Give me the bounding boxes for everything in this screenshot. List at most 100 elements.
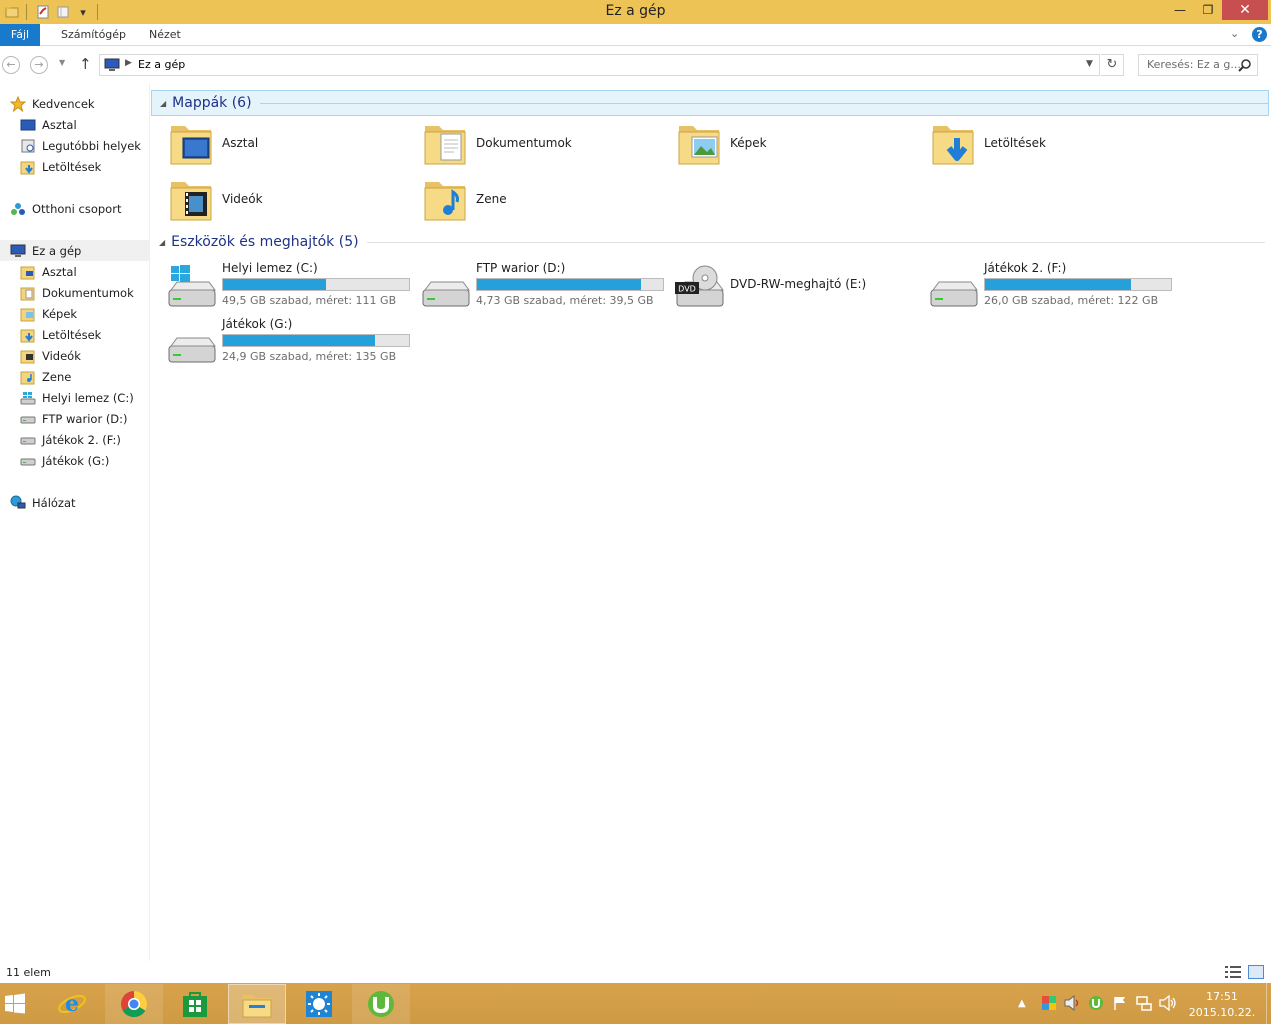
drive-name: Játékok 2. (F:) xyxy=(984,261,1067,275)
breadcrumb-chevron-icon[interactable]: ▶ xyxy=(125,58,132,68)
desktop-folder-icon xyxy=(170,126,212,165)
drive-tile-c[interactable]: Helyi lemez (C:) 49,5 GB szabad, méret: … xyxy=(151,261,410,315)
collapse-triangle-icon[interactable]: ◢ xyxy=(160,99,166,108)
nav-pc-videos[interactable]: Videók xyxy=(20,345,81,366)
maximize-button[interactable]: ❐ xyxy=(1194,0,1222,20)
drive-usage-fill xyxy=(985,279,1132,290)
tray-action-center[interactable] xyxy=(1112,993,1128,1013)
flag-icon xyxy=(1114,997,1125,1010)
back-button[interactable]: ← xyxy=(2,56,20,74)
collapse-triangle-icon[interactable]: ◢ xyxy=(159,238,165,247)
tab-file[interactable]: Fájl xyxy=(0,24,40,46)
nav-label: Asztal xyxy=(42,264,77,279)
hard-drive-icon xyxy=(20,411,36,427)
nav-pc-desktop[interactable]: Asztal xyxy=(20,261,77,282)
nav-pc-drive-d[interactable]: FTP warior (D:) xyxy=(20,408,128,429)
address-bar[interactable]: ▶ Ez a gép ▼ xyxy=(99,54,1100,76)
up-arrow-icon[interactable]: ↑ xyxy=(79,55,92,73)
nav-pc-pictures[interactable]: Képek xyxy=(20,303,77,324)
nav-pc-documents[interactable]: Dokumentumok xyxy=(20,282,134,303)
address-history-chevron-icon[interactable]: ▼ xyxy=(1086,59,1093,69)
forward-button[interactable]: → xyxy=(30,56,48,74)
nav-favorites[interactable]: Kedvencek xyxy=(10,93,95,114)
folder-tile-pictures[interactable]: Képek xyxy=(659,117,909,171)
search-input[interactable]: Keresés: Ez a g... xyxy=(1138,54,1258,76)
tray-clock[interactable]: 17:51 2015.10.22. xyxy=(1186,989,1258,1021)
drive-usage-fill xyxy=(223,279,327,290)
expand-ribbon-chevron-icon[interactable]: ⌄ xyxy=(1230,27,1239,40)
group-header-folders[interactable]: ◢ Mappák (6) xyxy=(151,90,1269,116)
show-hidden-icons-chevron-icon[interactable]: ▲ xyxy=(1018,993,1026,1013)
hard-drive-icon xyxy=(930,281,978,307)
status-bar: 11 elem xyxy=(0,961,1271,983)
drive-tile-d[interactable]: FTP warior (D:) 4,73 GB szabad, méret: 3… xyxy=(405,261,664,315)
help-icon[interactable]: ? xyxy=(1252,27,1267,42)
taskbar-utorrent[interactable] xyxy=(352,984,410,1024)
dvd-icon-label: DVD xyxy=(678,285,696,294)
drive-size-text: 24,9 GB szabad, méret: 135 GB xyxy=(222,350,397,363)
details-view-icon[interactable] xyxy=(1225,966,1241,978)
drive-tile-e[interactable]: DVD DVD-RW-meghajtó (E:) xyxy=(659,261,909,315)
minimize-button[interactable]: — xyxy=(1166,0,1194,20)
nav-label: Otthoni csoport xyxy=(32,201,122,216)
taskbar-file-explorer[interactable] xyxy=(228,984,286,1024)
close-button[interactable]: ✕ xyxy=(1222,0,1268,20)
nav-label: Dokumentumok xyxy=(42,285,134,300)
documents-folder-icon xyxy=(424,126,466,165)
network-tray-icon xyxy=(1136,996,1152,1011)
start-button[interactable] xyxy=(0,984,44,1024)
nav-pc-drive-f[interactable]: Játékok 2. (F:) xyxy=(20,429,121,450)
taskbar-weather[interactable] xyxy=(290,984,348,1024)
nav-label: Letöltések xyxy=(42,159,102,174)
taskbar-chrome[interactable] xyxy=(105,984,163,1024)
recent-places-icon xyxy=(20,138,36,154)
drive-usage-bar xyxy=(222,278,410,291)
drive-usage-fill xyxy=(477,279,641,290)
taskbar-internet-explorer[interactable]: e xyxy=(43,984,101,1024)
group-header-drives[interactable]: ◢ Eszközök és meghajtók (5) xyxy=(151,229,1265,255)
tray-volume-alt[interactable] xyxy=(1064,993,1082,1013)
utorrent-tray-icon xyxy=(1089,996,1103,1010)
show-desktop-button[interactable] xyxy=(1266,983,1271,1024)
recent-locations-chevron-icon[interactable]: ▼ xyxy=(59,58,65,67)
nav-favorites-downloads[interactable]: Letöltések xyxy=(20,156,101,177)
nav-homegroup[interactable]: Otthoni csoport xyxy=(10,198,121,219)
nav-label: Helyi lemez (C:) xyxy=(42,390,134,405)
folder-tile-downloads[interactable]: Letöltések xyxy=(913,117,1163,171)
tab-computer[interactable]: Számítógép xyxy=(61,24,126,46)
nav-pc-drive-c[interactable]: Helyi lemez (C:) xyxy=(20,387,134,408)
search-icon[interactable] xyxy=(1238,58,1252,72)
tray-utorrent[interactable] xyxy=(1088,993,1104,1013)
group-divider xyxy=(259,102,1268,104)
nav-pc-music[interactable]: Zene xyxy=(20,366,71,387)
drive-tile-g[interactable]: Játékok (G:) 24,9 GB szabad, méret: 135 … xyxy=(151,317,410,371)
folder-name: Asztal xyxy=(222,136,259,150)
address-row: ← → ▼ ↑ ▶ Ez a gép ▼ ↻ Keresés: Ez a g..… xyxy=(0,47,1271,83)
nav-network[interactable]: Hálózat xyxy=(10,492,76,513)
speaker-icon xyxy=(1159,995,1176,1011)
tray-network[interactable] xyxy=(1136,993,1152,1013)
drive-usage-bar xyxy=(222,334,410,347)
tray-volume[interactable] xyxy=(1159,993,1177,1013)
folder-tile-documents[interactable]: Dokumentumok xyxy=(405,117,655,171)
tray-app-icon[interactable] xyxy=(1041,993,1057,1013)
nav-pc-downloads[interactable]: Letöltések xyxy=(20,324,101,345)
pictures-folder-icon xyxy=(20,306,36,322)
refresh-button[interactable]: ↻ xyxy=(1101,54,1124,76)
nav-pc-drive-g[interactable]: Játékok (G:) xyxy=(20,450,109,471)
taskbar-store[interactable] xyxy=(166,984,224,1024)
folder-tile-videos[interactable]: Videók xyxy=(151,173,401,227)
nav-favorites-desktop[interactable]: Asztal xyxy=(20,114,77,135)
breadcrumb-this-pc[interactable]: Ez a gép xyxy=(138,58,185,71)
videos-folder-icon xyxy=(20,348,36,364)
nav-label: Képek xyxy=(42,306,78,321)
folder-tile-music[interactable]: Zene xyxy=(405,173,655,227)
nav-favorites-recent-places[interactable]: Legutóbbi helyek xyxy=(20,135,141,156)
search-placeholder: Keresés: Ez a g... xyxy=(1147,58,1241,71)
folder-tile-desktop[interactable]: Asztal xyxy=(151,117,401,171)
tab-view[interactable]: Nézet xyxy=(149,24,181,46)
nav-this-pc[interactable]: Ez a gép xyxy=(0,240,149,261)
nav-label: Kedvencek xyxy=(32,96,95,111)
drive-tile-f[interactable]: Játékok 2. (F:) 26,0 GB szabad, méret: 1… xyxy=(913,261,1172,315)
tiles-view-icon[interactable] xyxy=(1248,965,1264,979)
